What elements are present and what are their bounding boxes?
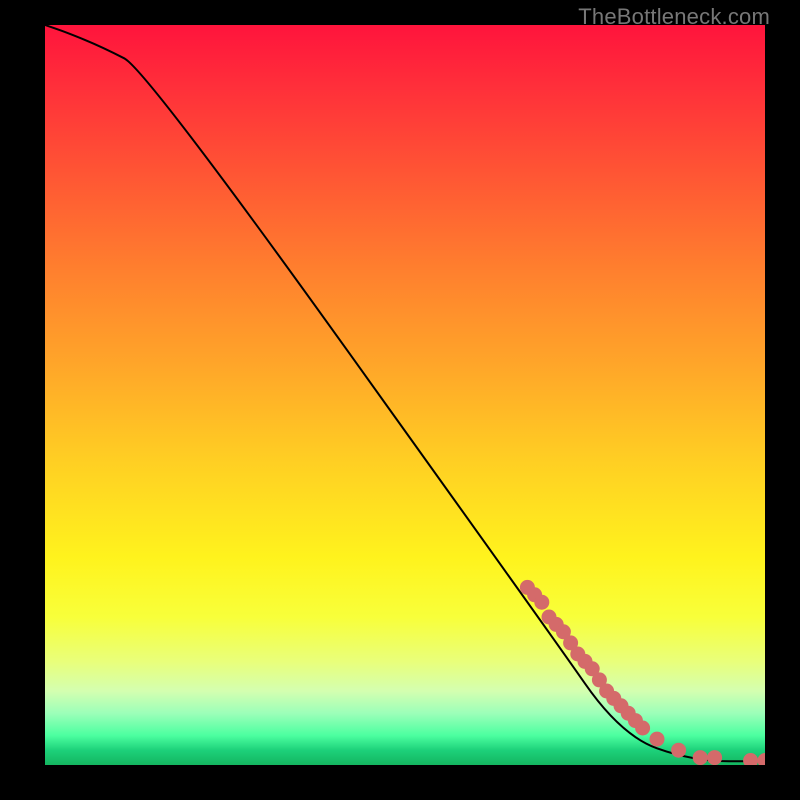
data-marker — [635, 721, 650, 736]
data-marker — [650, 732, 665, 747]
data-marker — [693, 750, 708, 765]
data-marker — [707, 750, 722, 765]
chart-svg — [45, 25, 765, 765]
bottleneck-curve — [45, 25, 765, 761]
data-marker — [758, 753, 766, 765]
data-marker — [743, 753, 758, 765]
data-marker — [671, 743, 686, 758]
data-markers-group — [520, 580, 765, 765]
chart-frame: TheBottleneck.com — [0, 0, 800, 800]
data-marker — [534, 595, 549, 610]
plot-area — [45, 25, 765, 765]
